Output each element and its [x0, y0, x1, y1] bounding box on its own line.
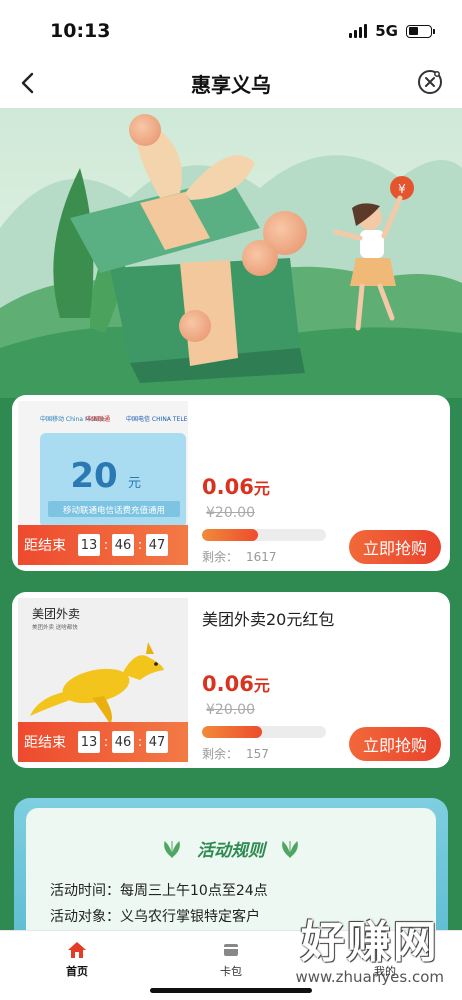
stock-progress-bar — [202, 726, 326, 738]
recharge-caption: 移动联通电信话费充值通用 — [63, 505, 165, 516]
battery-icon — [406, 24, 435, 38]
countdown-seconds: 47 — [146, 731, 168, 753]
progress-fill — [202, 529, 258, 541]
activity-rules-panel: 活动规则 活动时间：每周三上午10点至24点 活动对象：义乌农行掌银特定客户 — [14, 798, 448, 930]
status-time: 10:13 — [50, 20, 111, 42]
countdown-hours: 13 — [78, 731, 100, 753]
gift-box-banner: ¥ — [0, 108, 462, 398]
remaining-stock: 剩余： 157 — [202, 747, 269, 761]
countdown-timer: 距结束 13 : 46 : 47 — [18, 722, 188, 762]
status-icons: 5G — [349, 22, 435, 40]
recharge-unit: 元 — [128, 476, 141, 491]
page-title: 惠享义乌 — [191, 73, 271, 97]
countdown-timer: 距结束 13 : 46 : 47 — [18, 525, 188, 565]
recharge-amount: 20 — [70, 456, 117, 496]
rules-title: 活动规则 — [26, 836, 436, 861]
brand-china-unicom: 中国联通 — [86, 415, 110, 423]
status-bar: 10:13 5G — [0, 0, 462, 58]
leaf-icon — [164, 840, 180, 858]
close-mini-program-button[interactable] — [416, 68, 444, 96]
close-circle-icon — [418, 70, 442, 94]
countdown-label: 距结束 — [24, 538, 66, 554]
countdown-seconds: 47 — [146, 534, 168, 556]
remaining-stock: 剩余： 1617 — [202, 550, 277, 564]
buy-now-button[interactable]: 立即抢购 — [349, 727, 441, 761]
countdown-minutes: 46 — [112, 534, 134, 556]
watermark: 好赚网 www.zhuanyes.com — [295, 917, 444, 987]
meituan-brand: 美团外卖 — [32, 607, 80, 621]
svg-text:¥: ¥ — [398, 182, 406, 196]
card-icon — [224, 944, 238, 956]
network-label: 5G — [375, 22, 398, 40]
meituan-slogan: 美团外卖 送啥都快 — [32, 623, 78, 631]
leaf-icon — [282, 840, 298, 858]
rule-activity-time: 活动时间：每周三上午10点至24点 — [50, 883, 268, 899]
nav-bar: 惠享义乌 — [0, 58, 462, 108]
main-content: ¥ 中国移动 China Mobile 中国联通 中国电信 CHINA TELE… — [0, 108, 462, 930]
buy-now-button[interactable]: 立即抢购 — [349, 530, 441, 564]
tab-home[interactable]: 首页 — [0, 931, 154, 1000]
product-title: 美团外卖20元红包 — [202, 610, 335, 629]
original-price: ¥20.00 — [206, 505, 255, 521]
countdown-hours: 13 — [78, 534, 100, 556]
product-card-phone-recharge[interactable]: 中国移动 China Mobile 中国联通 中国电信 CHINA TELECO… — [12, 395, 450, 571]
original-price: ¥20.00 — [206, 702, 255, 718]
countdown-minutes: 46 — [112, 731, 134, 753]
signal-icon — [349, 24, 368, 38]
home-indicator — [150, 988, 312, 993]
brand-china-telecom: 中国电信 CHINA TELECOM — [126, 415, 188, 423]
stock-progress-bar — [202, 529, 326, 541]
product-card-meituan[interactable]: 美团外卖 美团外卖 送啥都快 距结束 13 : 46 : 47 美团外卖20元红… — [12, 592, 450, 768]
home-icon — [68, 942, 86, 958]
rule-activity-target: 活动对象：义乌农行掌银特定客户 — [50, 909, 260, 925]
product-price: 0.06元 — [202, 672, 270, 696]
countdown-label: 距结束 — [24, 735, 66, 751]
progress-fill — [202, 726, 262, 738]
product-price: 0.06元 — [202, 475, 270, 499]
